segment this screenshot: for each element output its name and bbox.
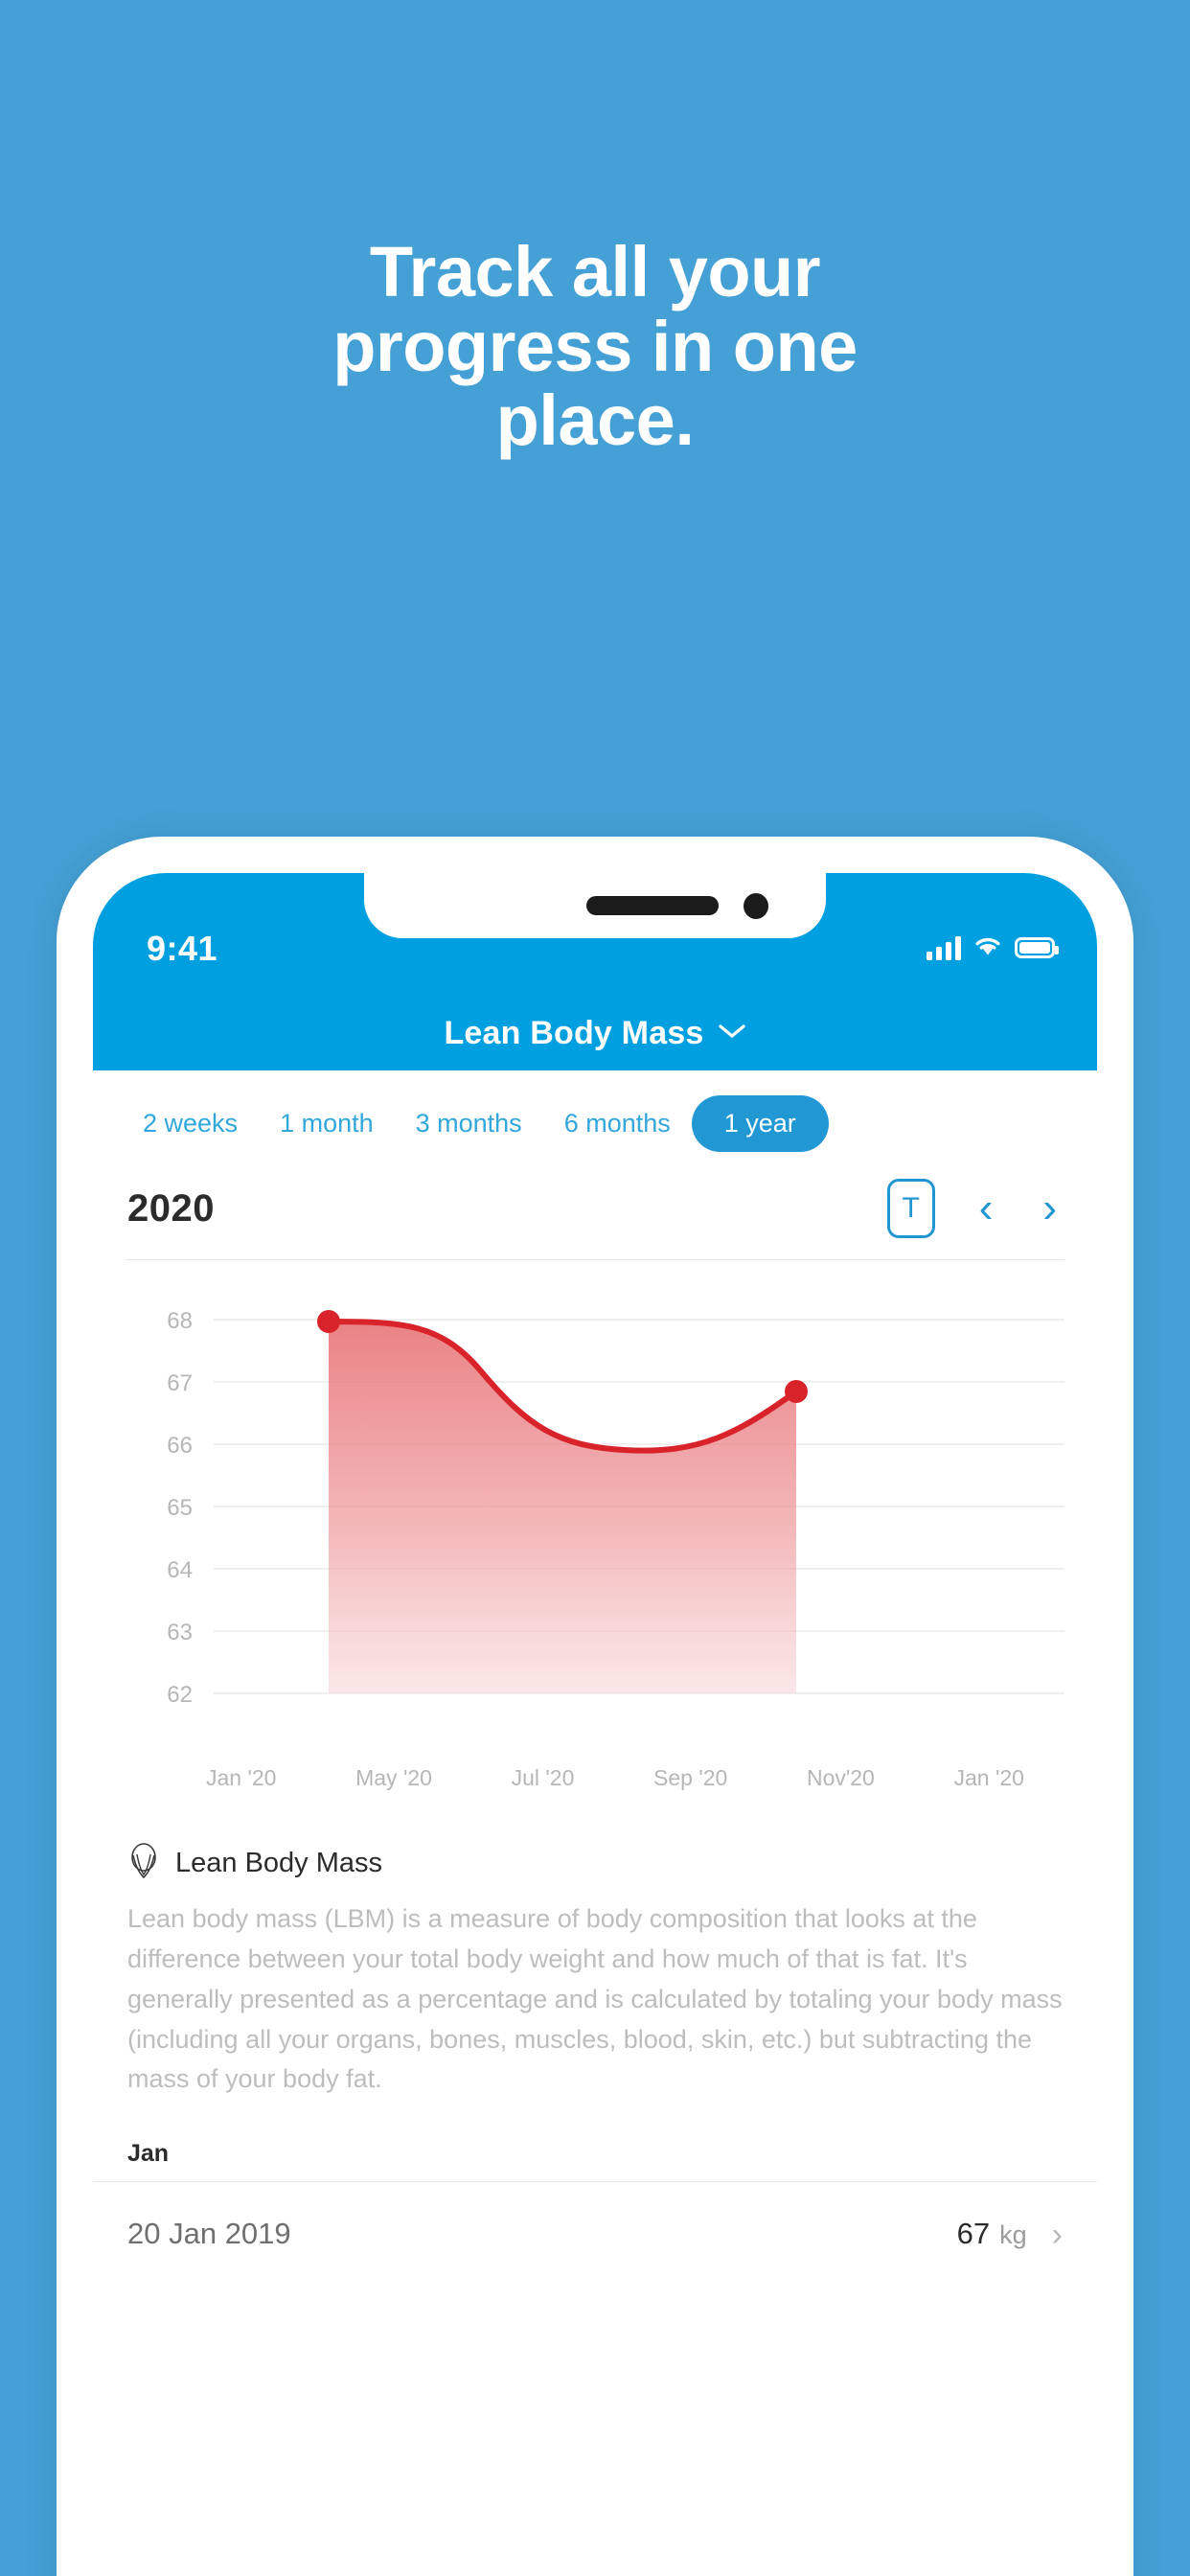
measurement-group-label: Jan xyxy=(127,2140,170,2168)
chart-x-tick-labels: Jan '20 May '20 Jul '20 Sep '20 Nov'20 J… xyxy=(126,1756,1064,1791)
phone-screen: 9:41 Lean Body Mass 2 weeks 1 month 3 mo… xyxy=(93,873,1097,2576)
x-tick-2: Jul '20 xyxy=(511,1765,575,1790)
notch xyxy=(364,873,826,938)
chart-point-start xyxy=(317,1310,340,1333)
x-tick-1: May '20 xyxy=(355,1765,432,1790)
range-tab-1-year[interactable]: 1 year xyxy=(691,1095,829,1152)
range-tabs: 2 weeks 1 month 3 months 6 months 1 year xyxy=(93,1070,1097,1171)
x-tick-4: Nov'20 xyxy=(806,1765,875,1790)
status-time: 9:41 xyxy=(147,929,218,968)
promo-headline: Track all your progress in one place. xyxy=(0,235,1190,458)
battery-icon xyxy=(1015,936,1059,958)
range-tab-6-months[interactable]: 6 months xyxy=(543,1097,692,1150)
divider xyxy=(126,1259,1064,1260)
svg-text:62: 62 xyxy=(167,1682,193,1708)
status-bar: 9:41 xyxy=(93,873,1097,996)
year-navigation-row: 2020 T ‹ › xyxy=(93,1171,1097,1259)
chevron-down-icon[interactable] xyxy=(718,1023,746,1045)
chevron-left-icon[interactable]: ‹ xyxy=(973,1187,999,1230)
chart-point-end xyxy=(785,1380,808,1403)
status-icons xyxy=(927,932,1059,962)
headline-line-2: progress in one xyxy=(332,306,858,386)
app-bar: Lean Body Mass xyxy=(93,996,1097,1070)
measurement-value: 67 xyxy=(956,2217,991,2251)
chart-svg: 68 67 66 65 64 63 62 xyxy=(167,1308,1064,1708)
range-tab-2-weeks[interactable]: 2 weeks xyxy=(122,1097,259,1150)
measurement-value-group: 67 kg › xyxy=(956,2215,1063,2254)
svg-text:65: 65 xyxy=(167,1495,193,1521)
svg-text:64: 64 xyxy=(167,1557,193,1583)
svg-text:63: 63 xyxy=(167,1620,193,1645)
chevron-right-icon[interactable]: › xyxy=(1037,1187,1063,1230)
x-tick-5: Jan '20 xyxy=(953,1765,1024,1790)
app-bar-title: Lean Body Mass xyxy=(444,1014,704,1051)
headline-line-3: place. xyxy=(495,380,695,461)
lean-body-mass-chart[interactable]: 68 67 66 65 64 63 62 Jan '20 May '20 Jul… xyxy=(126,1281,1064,1818)
x-tick-3: Sep '20 xyxy=(653,1765,728,1790)
wifi-icon xyxy=(973,932,1003,962)
front-camera-icon xyxy=(744,893,768,919)
description-title: Lean Body Mass xyxy=(175,1848,383,1878)
range-tab-3-months[interactable]: 3 months xyxy=(395,1097,543,1150)
phone-mockup: 9:41 Lean Body Mass 2 weeks 1 month 3 mo… xyxy=(57,837,1133,2576)
svg-text:66: 66 xyxy=(167,1433,193,1459)
chevron-right-icon[interactable]: › xyxy=(1052,2217,1063,2254)
measurement-unit: kg xyxy=(999,2220,1027,2250)
lean-body-mass-icon xyxy=(127,1843,160,1884)
today-button[interactable]: T xyxy=(886,1179,935,1238)
year-controls: T ‹ › xyxy=(886,1179,1063,1238)
measurement-date: 20 Jan 2019 xyxy=(127,2216,291,2250)
cellular-signal-icon xyxy=(927,935,961,960)
headline-line-1: Track all your xyxy=(369,232,821,311)
range-tab-1-month[interactable]: 1 month xyxy=(259,1097,395,1150)
svg-text:67: 67 xyxy=(167,1370,193,1396)
description-header: Lean Body Mass xyxy=(127,1843,1063,1884)
chart-y-tick-labels: 68 67 66 65 64 63 62 xyxy=(167,1308,193,1708)
chart-year-label: 2020 xyxy=(127,1186,215,1230)
table-row[interactable]: 20 Jan 2019 67 kg › xyxy=(93,2182,1097,2285)
earpiece-speaker-icon xyxy=(586,896,719,915)
svg-text:68: 68 xyxy=(167,1308,193,1334)
description-body: Lean body mass (LBM) is a measure of bod… xyxy=(127,1904,1063,2094)
x-tick-0: Jan '20 xyxy=(206,1765,277,1790)
chart-area-fill xyxy=(329,1322,796,1693)
description-section: Lean Body Mass Lean body mass (LBM) is a… xyxy=(93,1818,1097,2100)
